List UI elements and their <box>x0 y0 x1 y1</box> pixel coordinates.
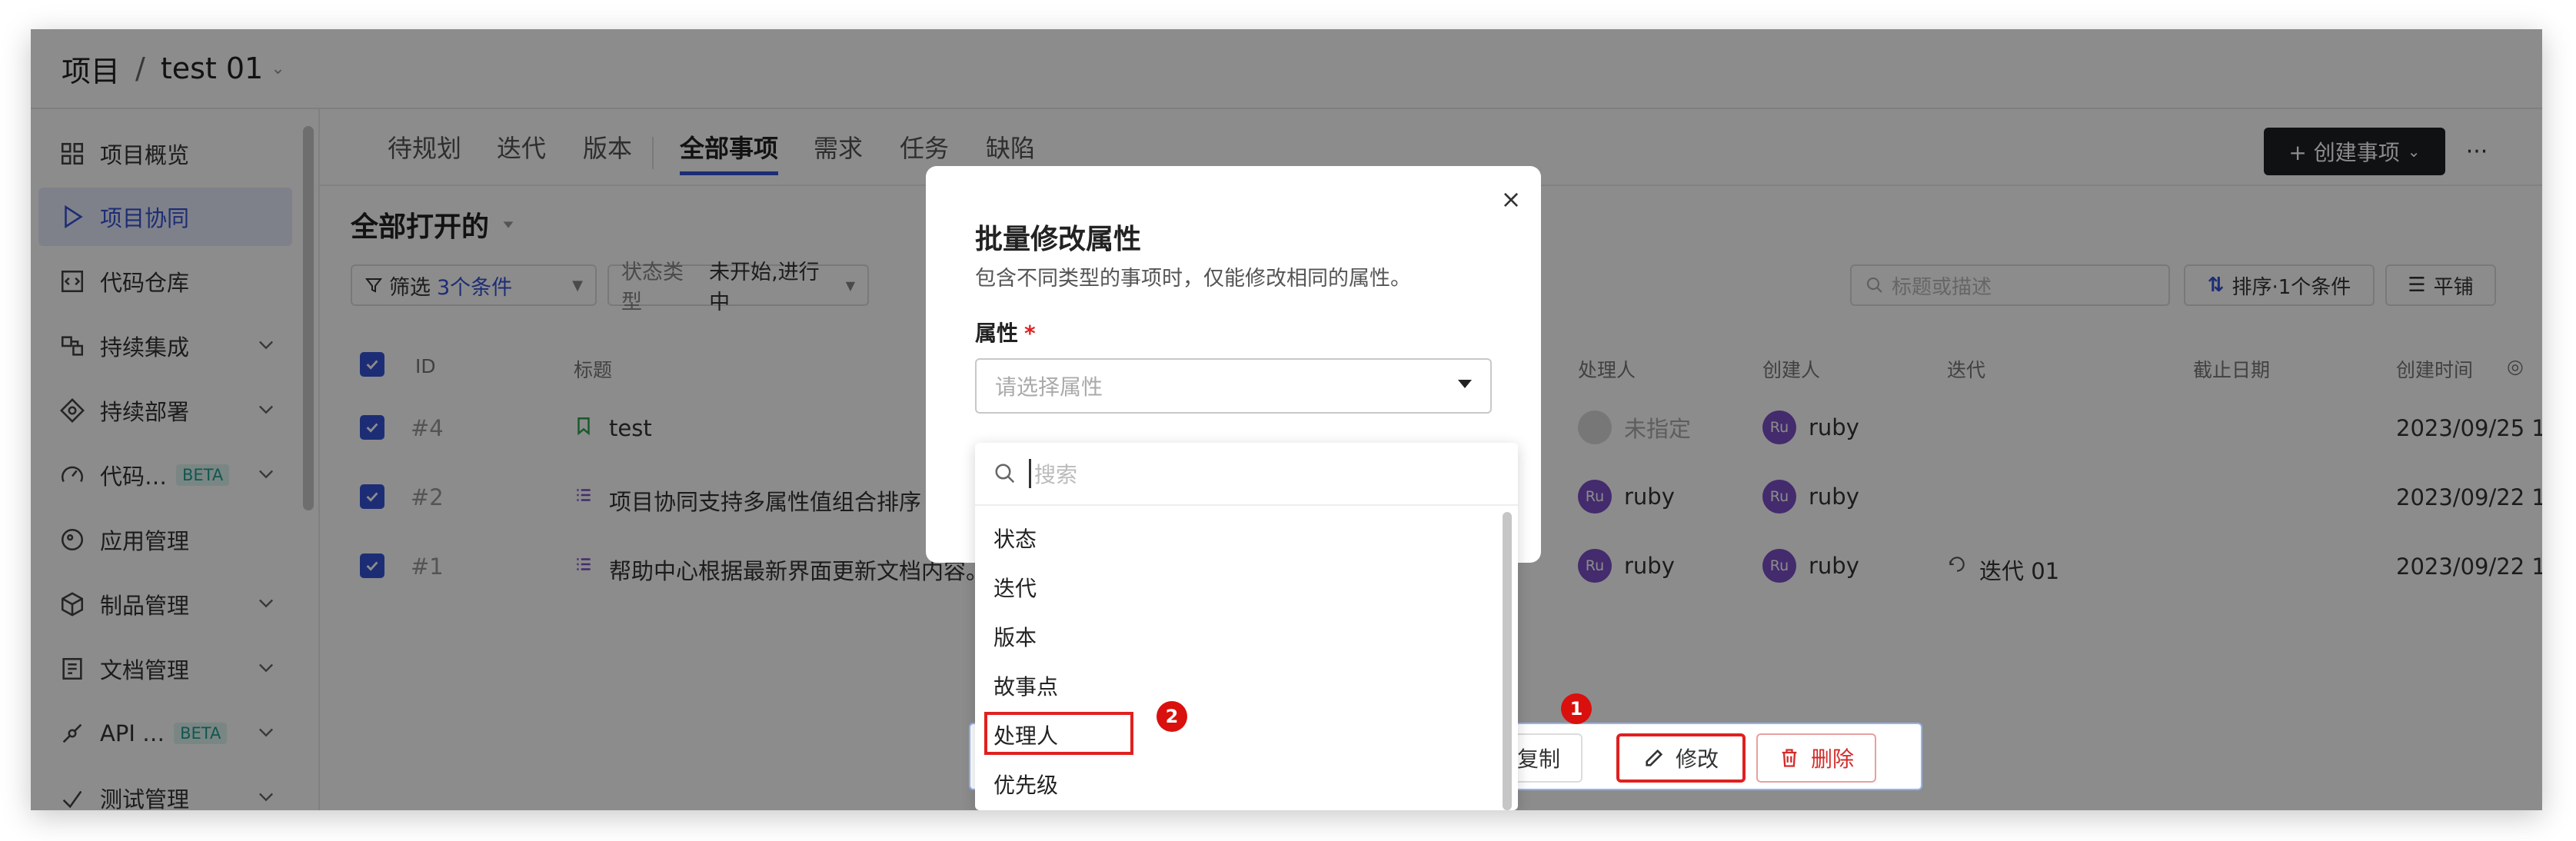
attribute-label-text: 属性 <box>975 321 1019 346</box>
dropdown-search-placeholder: 搜索 <box>1034 462 1078 487</box>
copy-label: 复制 <box>1516 746 1560 772</box>
attribute-select-placeholder: 请选择属性 <box>995 374 1103 400</box>
required-mark: * <box>1024 321 1036 346</box>
delete-button[interactable]: 删除 <box>1756 733 1876 783</box>
edit-button[interactable]: 修改 <box>1616 733 1746 783</box>
dropdown-search-input[interactable]: 搜索 <box>975 443 1518 506</box>
close-icon[interactable]: × <box>1498 184 1524 214</box>
attribute-field-label: 属性 * <box>975 317 1036 347</box>
trash-icon <box>1782 749 1797 767</box>
attribute-select[interactable]: 请选择属性 <box>975 358 1492 414</box>
modal-title: 批量修改属性 <box>975 224 1142 255</box>
dropdown-option-story-points[interactable]: 故事点 <box>993 663 1058 709</box>
text-cursor <box>1029 459 1031 488</box>
edit-label: 修改 <box>1675 746 1719 772</box>
dropdown-option-iteration[interactable]: 迭代 <box>993 564 1037 610</box>
step-badge-1: 1 <box>1561 693 1592 724</box>
dropdown-option-status[interactable]: 状态 <box>993 515 1037 561</box>
dropdown-option-priority[interactable]: 优先级 <box>993 761 1058 807</box>
search-icon <box>995 464 1015 484</box>
pencil-icon <box>1646 749 1663 766</box>
dropdown-option-version[interactable]: 版本 <box>993 613 1037 660</box>
highlight-box <box>984 712 1133 755</box>
dropdown-scrollbar[interactable] <box>1503 512 1512 810</box>
modal-description: 包含不同类型的事项时，仅能修改相同的属性。 <box>975 267 1411 291</box>
caret-down-icon <box>1458 380 1472 388</box>
app-window: 项目 / test 01 ⌄ 项目概览 项目协同 代码仓库 持续集成 持续部署 <box>31 29 2542 810</box>
delete-label: 删除 <box>1810 746 1854 772</box>
step-badge-2: 2 <box>1157 701 1187 732</box>
attribute-dropdown: 搜索 状态 迭代 版本 故事点 处理人 优先级 标签 <box>975 443 1518 810</box>
